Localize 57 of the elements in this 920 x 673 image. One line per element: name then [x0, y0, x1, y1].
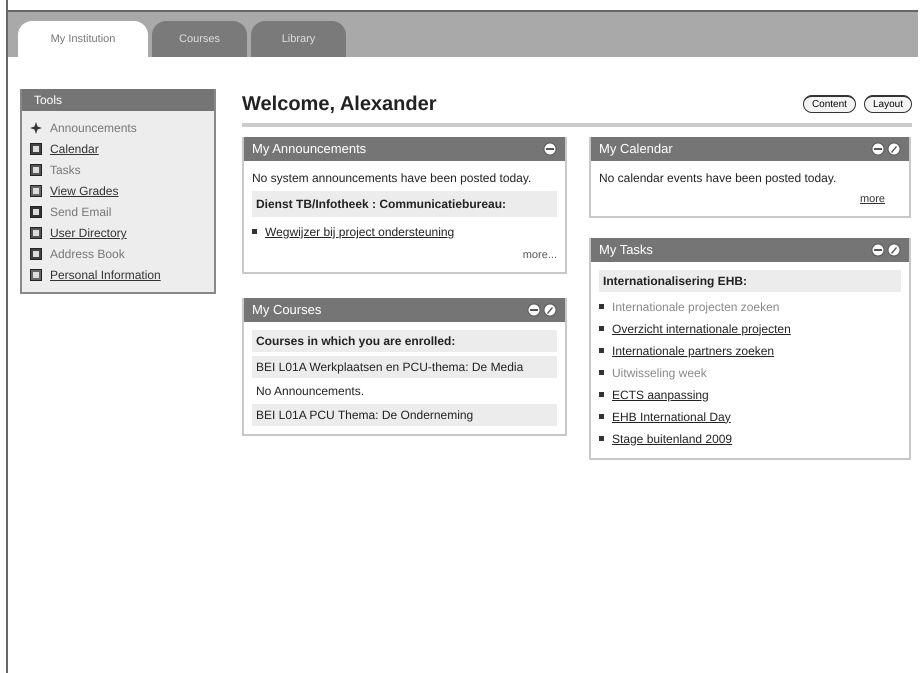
- courses-heading: Courses in which you are enrolled:: [252, 330, 557, 352]
- announcement-group: Dienst TB/Infotheek : Communicatiebureau:: [252, 191, 557, 217]
- collapse-icon[interactable]: [543, 142, 557, 156]
- tool-link[interactable]: Personal Information: [50, 266, 161, 284]
- bullet-icon: [599, 348, 604, 352]
- more-link[interactable]: more: [860, 191, 885, 208]
- collapse-icon[interactable]: [527, 302, 541, 316]
- edit-icon[interactable]: [887, 242, 901, 256]
- tool-icon: [30, 164, 42, 176]
- task-link[interactable]: Wegwijzer bij project ondersteuning: [265, 223, 454, 241]
- task-text: Internationale projecten zoeken: [612, 298, 780, 316]
- bullet-icon: [599, 304, 604, 308]
- module-title: My Tasks: [599, 240, 653, 259]
- bullet-icon: [252, 229, 257, 234]
- course-link[interactable]: BEI L01A Werkplaatsen en PCU-thema: De Media: [252, 356, 557, 378]
- bullet-icon: [599, 370, 604, 374]
- task-link[interactable]: ECTS aanpassing: [612, 386, 709, 404]
- tool-icon: [30, 143, 42, 155]
- tasks-heading: Internationalisering EHB:: [599, 270, 901, 292]
- tools-title: Tools: [34, 92, 62, 109]
- tool-link[interactable]: Tasks: [50, 161, 81, 179]
- module-title: My Announcements: [252, 140, 366, 158]
- course-note: No Announcements.: [255, 382, 366, 400]
- tool-icon: [30, 227, 42, 239]
- task-link[interactable]: Overzicht internationale projecten: [612, 320, 791, 338]
- bullet-icon: [599, 326, 604, 330]
- tool-icon: [30, 269, 42, 281]
- task-link[interactable]: Stage buitenland 2009: [612, 430, 732, 448]
- tool-link[interactable]: User Directory: [50, 224, 127, 242]
- edit-icon[interactable]: [543, 302, 557, 316]
- tab[interactable]: My Institution: [18, 21, 148, 57]
- collapse-icon[interactable]: [871, 142, 885, 156]
- tool-link[interactable]: Address Book: [50, 245, 125, 263]
- tool-link[interactable]: View Grades: [50, 182, 118, 200]
- header-button[interactable]: Layout: [864, 95, 912, 113]
- bullet-icon: [599, 436, 604, 440]
- task-link[interactable]: EHB International Day: [612, 408, 731, 426]
- course-link[interactable]: BEI L01A PCU Thema: De Onderneming: [252, 404, 557, 426]
- more-link[interactable]: more...: [522, 247, 557, 264]
- header-button[interactable]: Content: [802, 95, 856, 113]
- module-title: My Courses: [252, 300, 322, 319]
- tool-link[interactable]: Announcements: [50, 119, 137, 137]
- tool-icon: [30, 248, 42, 260]
- tool-link[interactable]: Send Email: [50, 203, 112, 221]
- welcome-heading: Welcome, Alexander: [242, 92, 437, 117]
- edit-icon[interactable]: [887, 142, 901, 156]
- bullet-icon: [599, 414, 604, 418]
- announcement-text: No system announcements have been posted today.: [252, 170, 532, 187]
- collapse-icon[interactable]: [871, 242, 885, 256]
- calendar-text: No calendar events have been posted today.: [599, 170, 838, 187]
- bullet-icon: [599, 392, 604, 396]
- module-title: My Calendar: [599, 140, 673, 158]
- task-text: Uitwisseling week: [612, 364, 707, 382]
- task-link[interactable]: Internationale partners zoeken: [612, 342, 774, 360]
- tool-link[interactable]: Calendar: [50, 140, 99, 158]
- tool-icon: [30, 185, 42, 197]
- star-icon: [30, 122, 42, 134]
